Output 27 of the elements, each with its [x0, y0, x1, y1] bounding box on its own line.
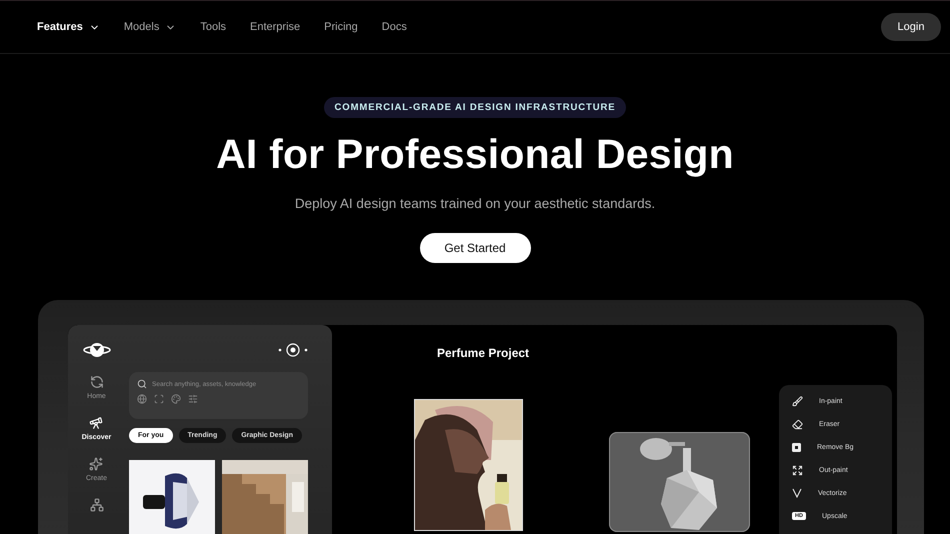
get-started-button[interactable]: Get Started	[420, 233, 530, 263]
nav-link[interactable]: Tools	[200, 21, 226, 33]
nav-link[interactable]: Docs	[382, 21, 407, 33]
scan-icon[interactable]	[154, 394, 164, 404]
planet-logo	[82, 341, 110, 359]
sliders-icon[interactable]	[188, 394, 198, 404]
nav-link[interactable]: Pricing	[324, 21, 358, 33]
expand-icon	[792, 464, 803, 476]
tagline-badge: COMMERCIAL-GRADE AI DESIGN INFRASTRUCTURE	[324, 97, 626, 118]
nav-link[interactable]: Enterprise	[250, 21, 300, 33]
sparkles-icon	[89, 457, 104, 471]
eraser-icon	[792, 418, 803, 430]
hero-title: AI for Professional Design	[216, 131, 734, 178]
palette-icon[interactable]	[171, 394, 181, 404]
nav-link[interactable]: Features	[37, 21, 100, 33]
telescope-icon	[89, 416, 104, 430]
brush-icon	[792, 396, 803, 406]
project-title: Perfume Project	[437, 346, 530, 360]
hero-subtitle: Deploy AI design teams trained on your aesthetic standards.	[294, 196, 656, 211]
nav-link[interactable]: Models	[124, 21, 176, 33]
target-icon[interactable]	[278, 343, 308, 357]
v-shape-icon	[792, 488, 802, 498]
search-icon	[137, 379, 147, 389]
login-button[interactable]: Login	[881, 13, 941, 41]
globe-icon[interactable]	[137, 394, 147, 404]
square-icon	[792, 442, 801, 452]
circular-arrows-icon	[90, 375, 104, 389]
